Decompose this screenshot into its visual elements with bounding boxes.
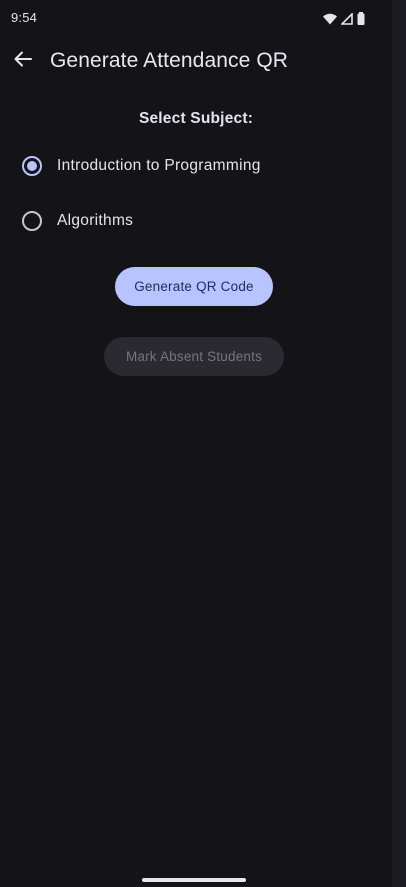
status-bar: 9:54 [0,0,392,36]
mark-absent-students-button: Mark Absent Students [104,337,284,376]
cell-signal-icon [341,12,353,25]
subject-option-label: Introduction to Programming [57,157,261,174]
radio-button-selected[interactable] [22,156,42,176]
status-icons [323,12,365,25]
page-title: Generate Attendance QR [50,49,289,72]
wifi-icon [323,13,337,25]
back-button[interactable] [8,46,38,76]
subject-option-label: Algorithms [57,212,134,229]
select-subject-label: Select Subject: [138,110,254,127]
gesture-navigation-bar[interactable] [142,878,246,882]
screen-edge [392,0,406,887]
subject-option-introduction-to-programming[interactable]: Introduction to Programming [22,151,261,181]
top-app-bar: Generate Attendance QR [0,38,392,86]
arrow-back-icon [13,49,33,74]
subject-option-algorithms[interactable]: Algorithms [22,206,133,236]
status-time: 9:54 [11,10,38,25]
radio-button-unselected[interactable] [22,211,42,231]
battery-icon [357,12,365,25]
app-screen: 9:54 Generate Attendance QR Select Subje… [0,0,392,887]
generate-qr-code-button[interactable]: Generate QR Code [115,267,273,306]
